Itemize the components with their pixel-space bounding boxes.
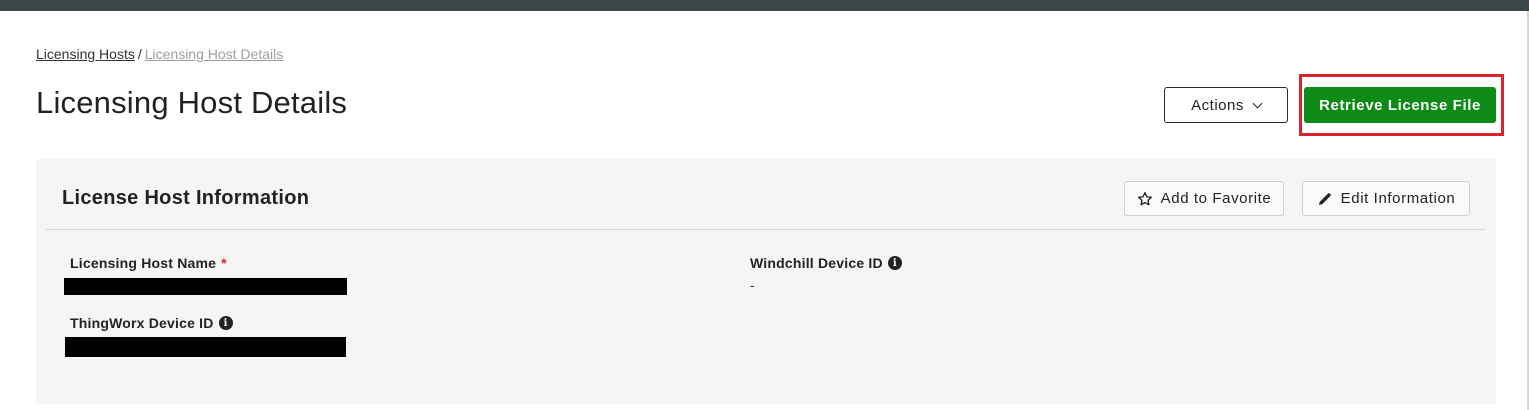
page-title: Licensing Host Details — [36, 85, 348, 120]
app-top-bar — [0, 0, 1529, 11]
windchill-device-id-label: Windchill Device ID i — [750, 255, 902, 271]
info-icon[interactable]: i — [887, 256, 902, 270]
breadcrumb-licensing-hosts[interactable]: Licensing Hosts — [36, 46, 135, 62]
panel-divider — [46, 229, 1486, 230]
breadcrumb-separator: / — [137, 46, 142, 62]
actions-dropdown-button[interactable]: Actions — [1164, 87, 1288, 123]
windchill-device-id-label-text: Windchill Device ID — [750, 255, 883, 271]
thingworx-device-id-value-redacted — [65, 337, 346, 357]
licensing-host-name-label: Licensing Host Name * — [70, 255, 227, 271]
info-icon[interactable]: i — [218, 316, 233, 330]
licensing-host-name-label-text: Licensing Host Name — [70, 255, 217, 271]
add-to-favorite-label: Add to Favorite — [1160, 190, 1272, 207]
edit-information-label: Edit Information — [1340, 190, 1456, 207]
license-host-information-panel: License Host Information Add to Favorite… — [36, 159, 1496, 404]
breadcrumb-licensing-host-details[interactable]: Licensing Host Details — [145, 46, 284, 62]
chevron-down-icon — [1252, 98, 1263, 108]
add-to-favorite-button[interactable]: Add to Favorite — [1124, 181, 1284, 216]
thingworx-device-id-label-text: ThingWorx Device ID — [70, 315, 214, 331]
breadcrumb: Licensing Hosts / Licensing Host Details — [36, 45, 283, 63]
thingworx-device-id-label: ThingWorx Device ID i — [70, 315, 233, 331]
star-outline-icon — [1137, 191, 1153, 207]
retrieve-license-file-button[interactable]: Retrieve License File — [1304, 87, 1496, 123]
pencil-icon — [1317, 191, 1333, 207]
windchill-device-id-value: - — [750, 277, 755, 293]
edit-information-button[interactable]: Edit Information — [1302, 181, 1470, 216]
licensing-host-name-value-redacted — [64, 278, 347, 295]
actions-label: Actions — [1191, 96, 1244, 114]
panel-title: License Host Information — [62, 187, 310, 209]
required-marker: * — [221, 255, 227, 271]
